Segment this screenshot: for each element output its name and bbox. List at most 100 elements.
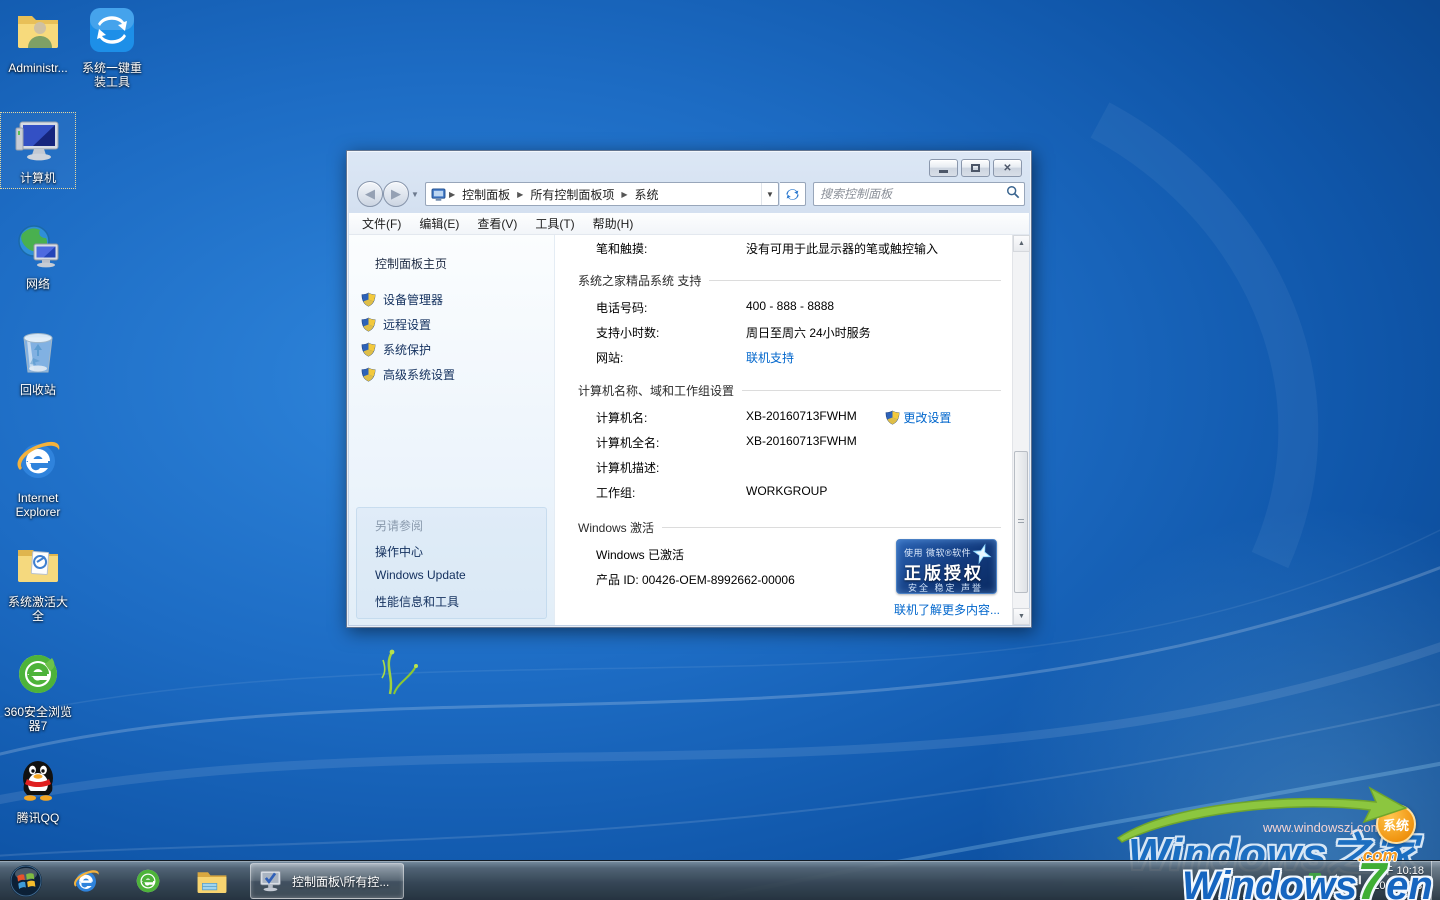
sidebar-item-device-manager[interactable]: 设备管理器 <box>361 291 443 308</box>
desktop-icon-administrator[interactable]: Administr... <box>0 6 76 75</box>
desktop-icon-recycle-bin[interactable]: 回收站 <box>0 328 76 397</box>
change-settings[interactable]: 更改设置 <box>885 409 951 426</box>
sidebar-item-windows-update[interactable]: Windows Update <box>375 568 466 582</box>
menu-view[interactable]: 查看(V) <box>468 213 526 234</box>
menu-edit[interactable]: 编辑(E) <box>410 213 468 234</box>
tray-expand-icon[interactable]: ▲ <box>1293 875 1301 884</box>
field-label: 笔和触摸: <box>596 240 647 257</box>
breadcrumb-all-items[interactable]: 所有控制面板项 <box>524 183 620 205</box>
field-label: 计算机全名: <box>596 434 659 451</box>
sidebar-item-action-center[interactable]: 操作中心 <box>375 543 423 560</box>
window-caption-buttons: ✕ <box>929 159 1022 177</box>
folder-documents-icon <box>14 540 62 588</box>
section-title: 系统之家精品系统 支持 <box>578 272 701 289</box>
taskbar-active-window-button[interactable]: 控制面板\所有控... <box>250 863 404 899</box>
field-label: 计算机描述: <box>596 459 659 476</box>
search-icon[interactable] <box>1002 185 1024 204</box>
uac-shield-icon <box>885 410 900 425</box>
desktop-icon-reinstall-tool[interactable]: 系统一键重 装工具 <box>74 6 150 89</box>
sidebar-item-label: 系统保护 <box>383 341 431 358</box>
close-icon: ✕ <box>1003 163 1011 174</box>
sidebar-control-panel-home[interactable]: 控制面板主页 <box>375 255 447 272</box>
breadcrumb-separator: ▶ <box>620 190 628 199</box>
forward-button[interactable]: ▶ <box>383 181 409 207</box>
maximize-button[interactable] <box>961 159 990 177</box>
search-input[interactable] <box>814 187 1002 201</box>
navigation-bar: ◀ ▶ ▼ ▶ 控制面板 ▶ 所有控制面板项 ▶ 系统 ▼ <box>347 179 1031 209</box>
section-rule <box>662 527 1001 528</box>
internet-explorer-icon <box>71 866 101 896</box>
field-label: 电话号码: <box>596 299 647 316</box>
uac-shield-icon <box>361 292 376 307</box>
menu-file[interactable]: 文件(F) <box>353 213 410 234</box>
change-settings-link[interactable]: 更改设置 <box>903 411 951 425</box>
history-dropdown-icon[interactable]: ▼ <box>411 190 419 199</box>
address-breadcrumb-bar[interactable]: ▶ 控制面板 ▶ 所有控制面板项 ▶ 系统 ▼ <box>425 182 779 206</box>
computer-name-row: 计算机名: XB-20160713FWHM 更改设置 <box>555 409 1009 425</box>
scroll-down-button[interactable]: ▼ <box>1013 608 1030 625</box>
menu-tools[interactable]: 工具(T) <box>526 213 583 234</box>
sidebar-item-system-protection[interactable]: 系统保护 <box>361 341 431 358</box>
desktop-icon-internet-explorer[interactable]: Internet Explorer <box>0 436 76 519</box>
icon-label: 计算机 <box>0 171 76 185</box>
field-value: WORKGROUP <box>746 484 827 498</box>
360-browser-icon <box>133 866 163 896</box>
scrollbar-thumb[interactable] <box>1014 451 1028 593</box>
desktop-icon-360-browser[interactable]: 360安全浏览 器7 <box>0 650 76 733</box>
online-support-link[interactable]: 联机支持 <box>746 349 794 366</box>
internet-explorer-icon <box>14 436 62 484</box>
minimize-button[interactable] <box>929 159 958 177</box>
computer-fullname-row: 计算机全名: XB-20160713FWHM <box>555 434 1009 450</box>
sidebar-item-label: 设备管理器 <box>383 291 443 308</box>
breadcrumb-separator: ▶ <box>448 190 456 199</box>
sidebar-item-remote-settings[interactable]: 远程设置 <box>361 316 431 333</box>
genuine-star-icon <box>970 542 994 566</box>
refresh-button[interactable] <box>780 182 806 206</box>
breadcrumb-control-panel[interactable]: 控制面板 <box>456 183 516 205</box>
tray-security-icon[interactable] <box>1308 872 1322 886</box>
section-title: Windows 激活 <box>578 519 654 536</box>
tray-clock[interactable]: 上午 10:18 2016/7/13 <box>1371 864 1424 894</box>
desktop-icon-network[interactable]: 网络 <box>0 222 76 291</box>
desktop-icon-computer[interactable]: 计算机 <box>0 112 76 189</box>
maximize-icon <box>971 164 980 172</box>
icon-label: 系统一键重 装工具 <box>74 61 150 89</box>
taskbar-360-browser[interactable] <box>130 865 166 897</box>
activation-status: Windows 已激活 <box>596 546 684 563</box>
uac-shield-icon <box>361 317 376 332</box>
vertical-scrollbar[interactable]: ▲ ▼ <box>1012 235 1029 625</box>
system-tray[interactable]: ▲ 上午 10:18 2016/7/13 <box>1293 864 1424 894</box>
desktop-icon-qq[interactable]: 腾讯QQ <box>0 756 76 825</box>
folder-icon <box>196 867 228 895</box>
computer-description-row: 计算机描述: <box>555 459 1009 475</box>
sidebar-item-advanced-settings[interactable]: 高级系统设置 <box>361 366 455 383</box>
search-box[interactable] <box>813 182 1025 206</box>
sidebar-item-performance-tools[interactable]: 性能信息和工具 <box>375 593 459 610</box>
address-dropdown-icon[interactable]: ▼ <box>761 183 778 205</box>
icon-label: 腾讯QQ <box>0 811 76 825</box>
genuine-microsoft-badge[interactable]: 使用 微软®软件 正版授权 安全 稳定 声誉 <box>896 539 997 594</box>
scroll-down-icon: ▼ <box>1018 613 1025 620</box>
desktop-icon-activation-folder[interactable]: 系统激活大 全 <box>0 540 76 623</box>
badge-line-1: 使用 微软®软件 <box>904 546 971 559</box>
field-label: 支持小时数: <box>596 324 659 341</box>
back-arrow-icon: ◀ <box>365 186 375 202</box>
sprout-doodle <box>382 650 418 694</box>
menu-help[interactable]: 帮助(H) <box>584 213 643 234</box>
taskbar-windows-explorer[interactable] <box>194 865 230 897</box>
close-button[interactable]: ✕ <box>993 159 1022 177</box>
taskbar-internet-explorer[interactable] <box>68 865 104 897</box>
user-folder-icon <box>14 6 62 54</box>
tray-network-icon[interactable] <box>1350 872 1364 886</box>
back-button[interactable]: ◀ <box>357 181 383 207</box>
scroll-up-icon: ▲ <box>1018 240 1025 247</box>
tray-volume-icon[interactable] <box>1329 872 1343 886</box>
field-value: XB-20160713FWHM <box>746 409 857 423</box>
taskbar: 控制面板\所有控... ▲ 上午 10:18 2016/7/13 <box>0 860 1440 900</box>
activation-section-header: Windows 激活 <box>578 519 1001 536</box>
learn-more-online-link[interactable]: 联机了解更多内容... <box>894 601 1000 618</box>
start-button[interactable] <box>8 865 44 897</box>
breadcrumb-system[interactable]: 系统 <box>629 183 665 205</box>
show-desktop-button[interactable] <box>1431 861 1440 900</box>
scroll-up-button[interactable]: ▲ <box>1013 235 1030 252</box>
